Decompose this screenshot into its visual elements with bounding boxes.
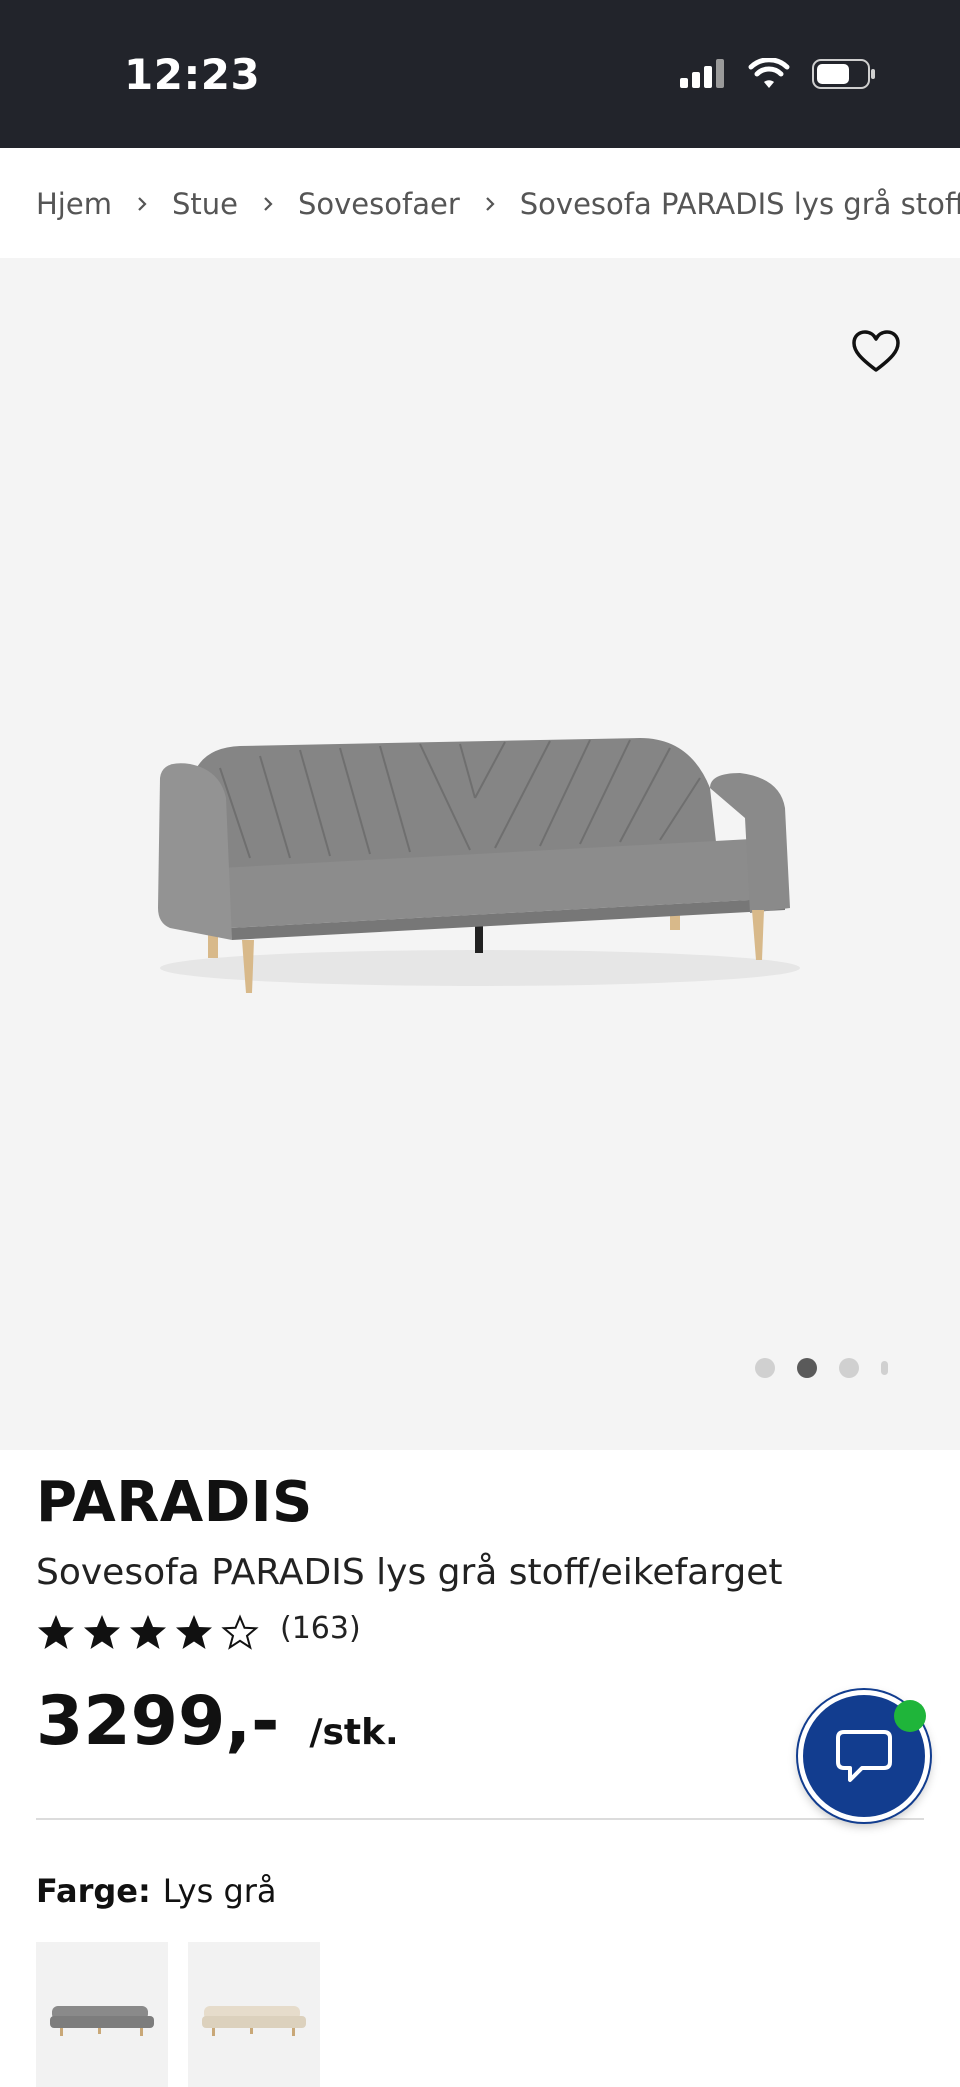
chevron-right-icon [136, 195, 148, 213]
cellular-signal-icon [680, 58, 726, 94]
product-title: Sovesofa PARADIS lys grå stoff/eikefarge… [36, 1552, 783, 1593]
color-swatch-light-grey[interactable] [36, 1942, 168, 2087]
chevron-right-icon [484, 195, 496, 213]
star-empty-icon [221, 1614, 259, 1650]
review-count[interactable]: (163) [280, 1611, 361, 1646]
color-label: Farge: [36, 1872, 151, 1910]
chat-bubble-icon [836, 1730, 892, 1782]
product-brand: PARADIS [36, 1470, 313, 1535]
product-image [150, 678, 830, 1018]
gallery-pagination [755, 1358, 888, 1378]
color-value: Lys grå [162, 1872, 277, 1910]
gallery-dot[interactable] [881, 1361, 888, 1375]
star-filled-icon [176, 1615, 212, 1649]
chevron-right-icon [262, 195, 274, 213]
battery-icon [812, 58, 876, 94]
divider [36, 1818, 924, 1820]
star-filled-icon [38, 1615, 74, 1649]
color-selector-label: Farge: Lys grå [36, 1872, 277, 1910]
breadcrumb-stue[interactable]: Stue [172, 187, 238, 221]
breadcrumb: Hjem Stue Sovesofaer Sovesofa PARADIS ly… [0, 152, 960, 256]
gallery-dot[interactable] [755, 1358, 775, 1378]
product-rating[interactable]: (163) [36, 1611, 361, 1652]
star-filled-icon [130, 1615, 166, 1649]
price-row: 3299,- /stk. [36, 1682, 399, 1761]
gallery-dot[interactable] [839, 1358, 859, 1378]
breadcrumb-sovesofaer[interactable]: Sovesofaer [298, 187, 460, 221]
color-swatch-beige[interactable] [188, 1942, 320, 2087]
status-icons [680, 56, 876, 96]
product-gallery[interactable] [0, 258, 960, 1450]
breadcrumb-home[interactable]: Hjem [36, 187, 112, 221]
product-price: 3299,- [36, 1682, 280, 1761]
favorite-heart-icon[interactable] [850, 326, 902, 378]
wifi-icon [748, 57, 790, 94]
online-status-dot [894, 1700, 926, 1732]
status-bar: 12:23 [0, 0, 960, 148]
status-time: 12:23 [124, 50, 261, 99]
price-unit: /stk. [309, 1712, 399, 1753]
breadcrumb-current: Sovesofa PARADIS lys grå stoff/eik [519, 187, 960, 221]
star-filled-icon [84, 1615, 120, 1649]
gallery-dot-active[interactable] [797, 1358, 817, 1378]
color-swatches [36, 1942, 320, 2087]
